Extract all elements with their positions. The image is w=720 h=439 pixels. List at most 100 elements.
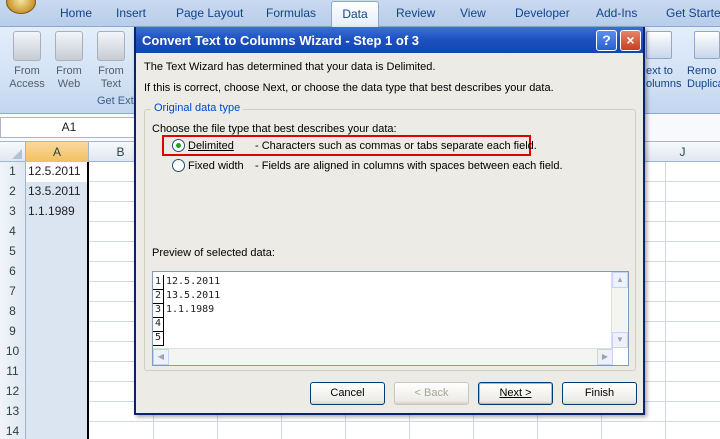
cell-a14[interactable] (26, 422, 89, 439)
preview-line: 1 12.5.2011 (153, 275, 613, 290)
data-preview-pane[interactable]: 1 12.5.2011 2 13.5.2011 3 1.1.1989 4 5 ▲ ▼ … (152, 271, 629, 366)
tab-insert[interactable]: Insert (116, 6, 146, 20)
cell-a12[interactable] (26, 382, 89, 402)
table-row: 14 (0, 422, 720, 439)
dialog-title-bar[interactable]: Convert Text to Columns Wizard - Step 1 … (136, 27, 643, 53)
intro-text-1: The Text Wizard has determined that your… (144, 61, 436, 73)
preview-line: 4 (153, 317, 613, 332)
preview-line-number: 2 (153, 289, 164, 304)
column-header-a[interactable]: A (26, 142, 89, 162)
row-header[interactable]: 5 (0, 242, 26, 262)
horizontal-scrollbar[interactable]: ◀ ▶ (153, 348, 613, 365)
fixed-width-radio[interactable] (172, 159, 185, 172)
preview-line-number: 3 (153, 303, 164, 318)
text-to-columns-icon (646, 31, 672, 59)
row-header[interactable]: 11 (0, 362, 26, 382)
tab-page-layout[interactable]: Page Layout (176, 6, 243, 20)
remove-duplicates-button[interactable]: Remo Duplica (687, 65, 720, 91)
cell-a4[interactable] (26, 222, 89, 242)
row-header[interactable]: 8 (0, 302, 26, 322)
close-icon: × (626, 32, 635, 48)
row-header[interactable]: 10 (0, 342, 26, 362)
fixed-width-label[interactable]: Fixed width (188, 160, 244, 172)
cell-a9[interactable] (26, 322, 89, 342)
row-header[interactable]: 1 (0, 162, 26, 182)
group-label: Original data type (151, 102, 244, 114)
delimited-description: - Characters such as commas or tabs sepa… (255, 140, 537, 152)
tab-home[interactable]: Home (60, 6, 92, 20)
cell-a3[interactable]: 1.1.1989 (26, 202, 89, 222)
row-header[interactable]: 9 (0, 322, 26, 342)
tab-view[interactable]: View (460, 6, 486, 20)
tab-developer[interactable]: Developer (515, 6, 570, 20)
scroll-up-icon[interactable]: ▲ (612, 272, 628, 288)
tab-formulas[interactable]: Formulas (266, 6, 316, 20)
row-header[interactable]: 14 (0, 422, 26, 439)
tab-add-ins[interactable]: Add-Ins (596, 6, 637, 20)
preview-line: 2 13.5.2011 (153, 289, 613, 304)
fixed-width-description: - Fields are aligned in columns with spa… (255, 160, 563, 172)
preview-line-number: 1 (153, 275, 164, 290)
text-to-columns-wizard-dialog: Convert Text to Columns Wizard - Step 1 … (134, 27, 645, 415)
globe-icon (55, 31, 83, 61)
select-all-button[interactable] (0, 142, 26, 162)
preview-line-number: 4 (153, 317, 164, 332)
cancel-button[interactable]: Cancel (310, 382, 385, 405)
scroll-down-icon[interactable]: ▼ (612, 332, 628, 348)
row-header[interactable]: 12 (0, 382, 26, 402)
cell-a2[interactable]: 13.5.2011 (26, 182, 89, 202)
cell-a5[interactable] (26, 242, 89, 262)
from-text-button[interactable]: From Text (91, 31, 131, 91)
back-button[interactable]: < Back (394, 382, 469, 405)
from-access-line1: From (14, 65, 40, 77)
cell-a7[interactable] (26, 282, 89, 302)
delimited-label[interactable]: Delimited (188, 140, 234, 152)
preview-line: 5 (153, 331, 613, 346)
row-header[interactable]: 2 (0, 182, 26, 202)
database-icon (13, 31, 41, 61)
next-button[interactable]: Next > (478, 382, 553, 405)
vertical-scrollbar[interactable]: ▲ ▼ (611, 272, 628, 348)
column-header-j[interactable]: J (645, 142, 720, 162)
name-box[interactable]: A1 (0, 117, 138, 138)
cell-a11[interactable] (26, 362, 89, 382)
row-header[interactable]: 3 (0, 202, 26, 222)
text-to-columns-line1: ext to (646, 65, 673, 77)
remove-duplicates-icon (694, 31, 720, 59)
dialog-title: Convert Text to Columns Wizard - Step 1 … (142, 33, 419, 48)
cell-a13[interactable] (26, 402, 89, 422)
choose-label: Choose the file type that best describes… (152, 123, 397, 135)
tab-review[interactable]: Review (396, 6, 435, 20)
tab-data[interactable]: Data (331, 1, 379, 28)
tab-get-started[interactable]: Get Started (666, 6, 720, 20)
from-web-button[interactable]: From Web (49, 31, 89, 91)
scroll-left-icon[interactable]: ◀ (153, 349, 169, 365)
from-access-button[interactable]: From Access (7, 31, 47, 91)
cell-a1[interactable]: 12.5.2011 (26, 162, 89, 182)
cell-a8[interactable] (26, 302, 89, 322)
preview-line: 3 1.1.1989 (153, 303, 613, 318)
scroll-right-icon[interactable]: ▶ (597, 349, 613, 365)
from-access-line2: Access (9, 78, 45, 90)
preview-line-text: 1.1.1989 (166, 304, 215, 315)
remove-duplicates-line1: Remo (687, 65, 717, 77)
intro-text-2: If this is correct, choose Next, or choo… (144, 82, 554, 94)
preview-line-text: 13.5.2011 (166, 290, 221, 301)
from-text-line2: Text (100, 78, 122, 90)
row-header[interactable]: 7 (0, 282, 26, 302)
delimited-radio[interactable] (172, 139, 185, 152)
help-icon: ? (602, 32, 611, 48)
cell-a6[interactable] (26, 262, 89, 282)
help-button[interactable]: ? (596, 30, 617, 51)
preview-label: Preview of selected data: (152, 247, 275, 259)
finish-button[interactable]: Finish (562, 382, 637, 405)
row-header[interactable]: 6 (0, 262, 26, 282)
cell-a10[interactable] (26, 342, 89, 362)
close-button[interactable]: × (620, 30, 641, 51)
row-header[interactable]: 4 (0, 222, 26, 242)
text-to-columns-button[interactable]: ext to olumns (646, 65, 681, 91)
remove-duplicates-line2: Duplica (687, 78, 720, 90)
row-header[interactable]: 13 (0, 402, 26, 422)
office-button[interactable] (6, 0, 36, 14)
text-file-icon (97, 31, 125, 61)
